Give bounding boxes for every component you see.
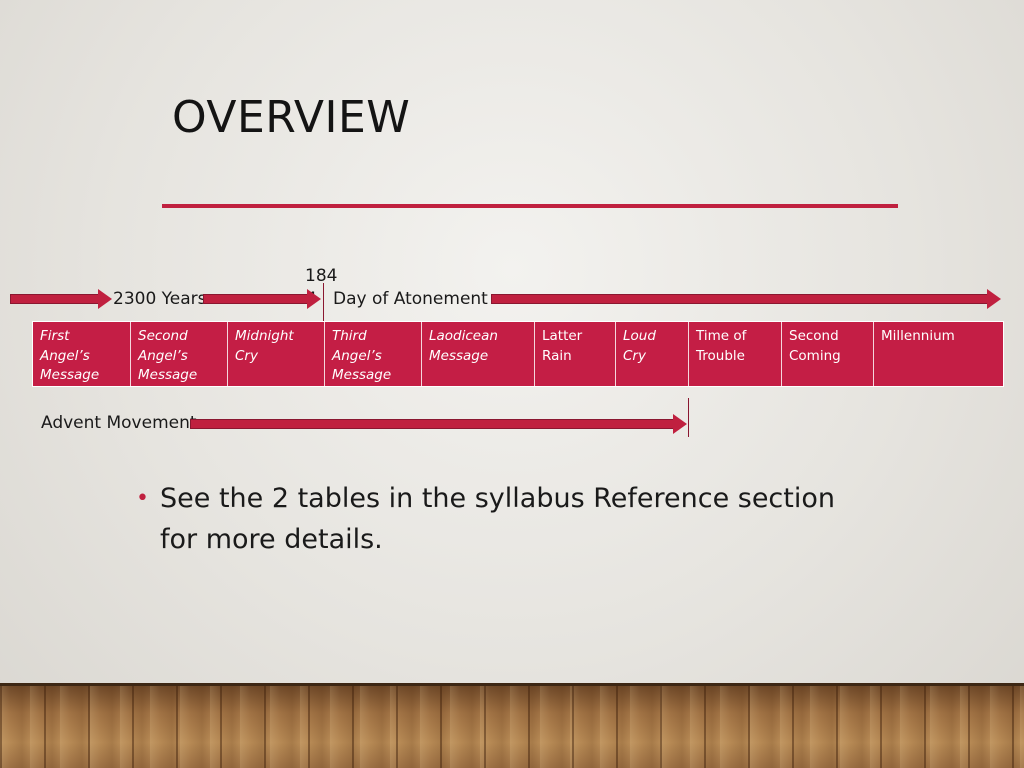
bullet-dot-icon: • [136,486,149,511]
cell-midnight-cry: Midnight Cry [228,322,325,386]
events-table: First Angel’s Message Second Angel’s Mes… [32,321,1004,387]
arrow-atonement-forward [491,289,1001,309]
wood-floor-decoration [0,683,1024,768]
label-1844-top: 184 [305,266,338,286]
arrow-advent-movement [190,414,687,434]
bullet-text: See the 2 tables in the syllabus Referen… [160,483,835,555]
arrow-2300-to-1844 [203,289,321,309]
cell-first-angels-message: First Angel’s Message [33,322,131,386]
cell-second-angels-message: Second Angel’s Message [131,322,228,386]
cell-loud-cry: Loud Cry [616,322,689,386]
label-day-of-atonement: Day of Atonement [333,289,488,309]
bullet-item: • See the 2 tables in the syllabus Refer… [136,478,876,560]
marker-advent-end-line [688,398,689,437]
floor-edge [0,683,1024,686]
cell-second-coming: Second Coming [782,322,874,386]
title-underline [162,204,898,208]
cell-laodicean-message: Laodicean Message [422,322,535,386]
cell-millennium: Millennium [881,328,955,344]
label-advent-movement: Advent Movement [41,413,197,433]
cell-time-of-trouble: Time of Trouble [689,322,782,386]
label-2300-years: 2300 Years [113,289,207,309]
marker-1844-line [323,283,324,323]
cell-third-angels-message: Third Angel’s Message [325,322,422,386]
arrow-start-to-2300 [10,289,112,309]
slide-title: OVERVIEW [172,92,411,143]
cell-latter-rain: Latter Rain [535,322,616,386]
